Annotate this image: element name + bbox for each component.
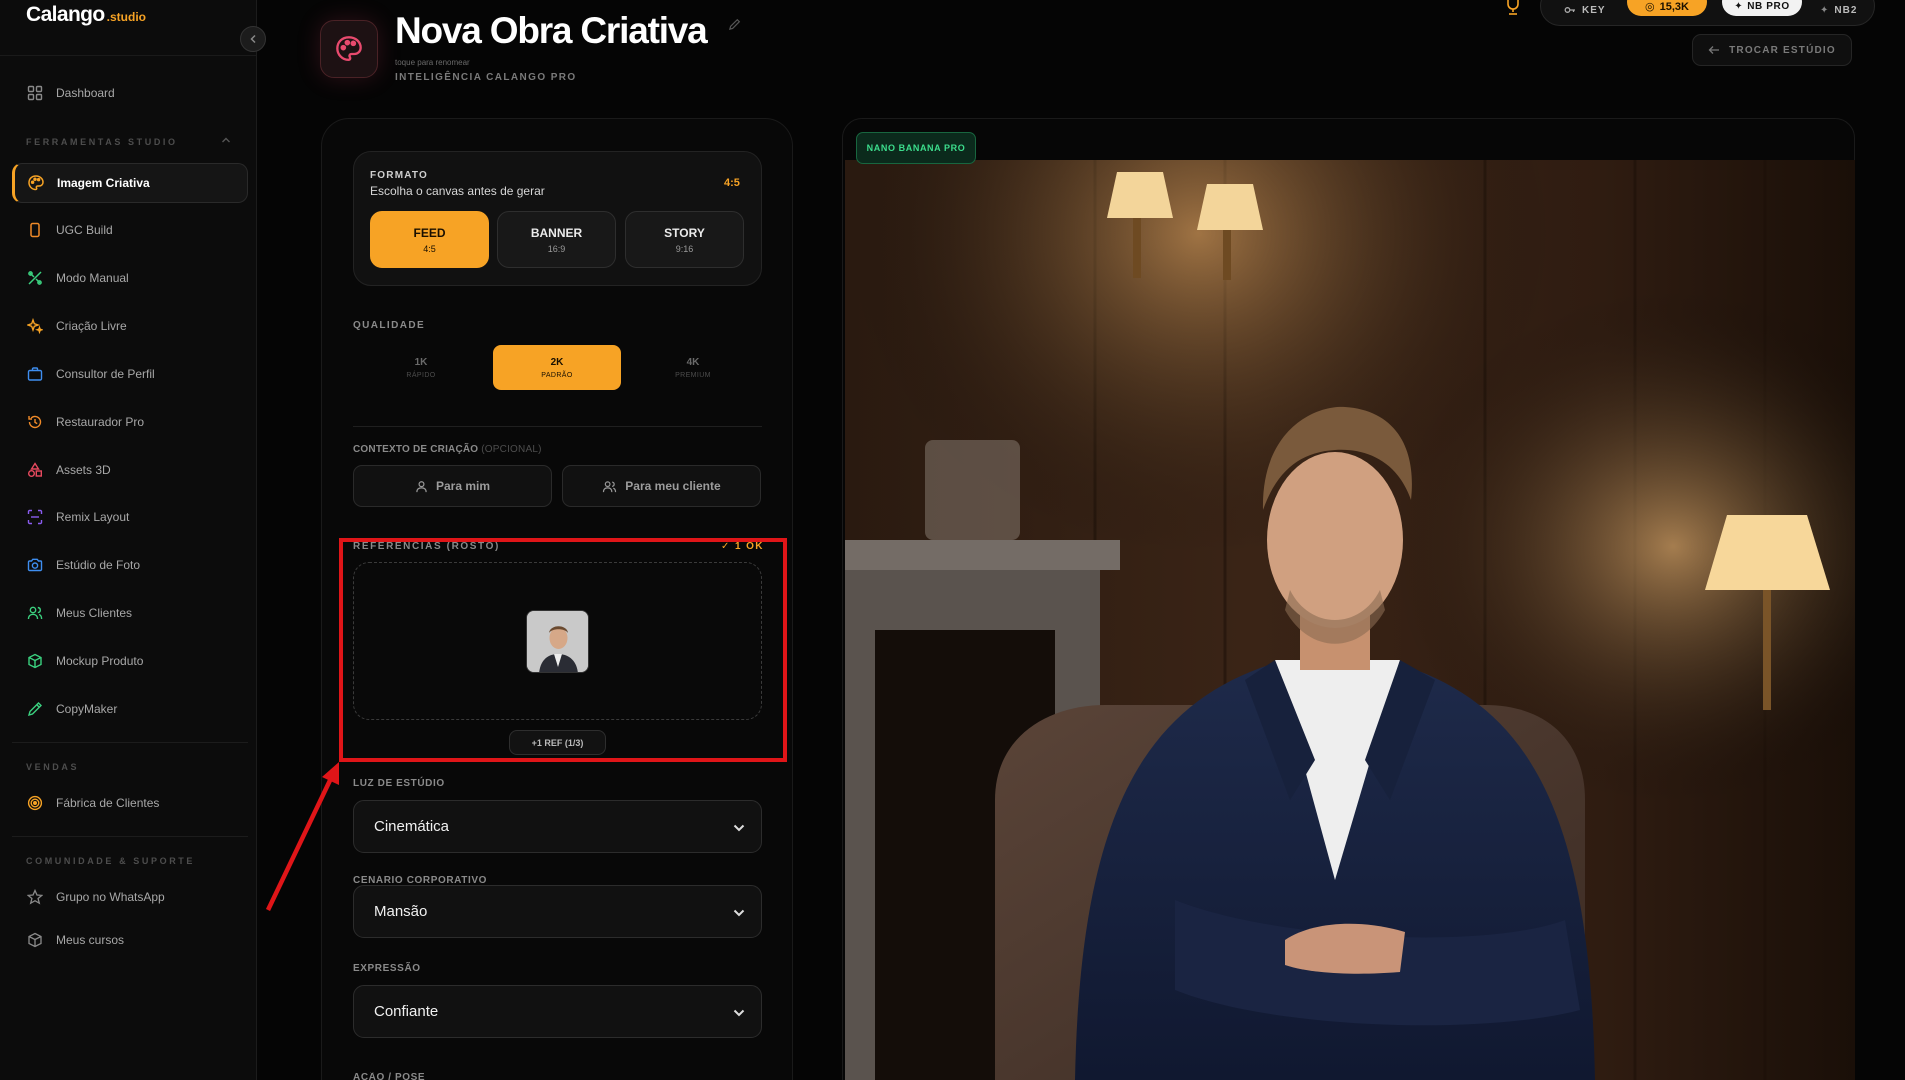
collapse-sidebar-button[interactable] [240,26,266,52]
app-root: Calango .studio Dashboard FERRAMENTAS ST… [0,0,1905,1080]
model-badge-label: NANO BANANA PRO [866,143,966,153]
model-badge: NANO BANANA PRO [856,132,976,164]
generated-image[interactable] [845,160,1855,1080]
chevron-left-icon [250,34,256,44]
